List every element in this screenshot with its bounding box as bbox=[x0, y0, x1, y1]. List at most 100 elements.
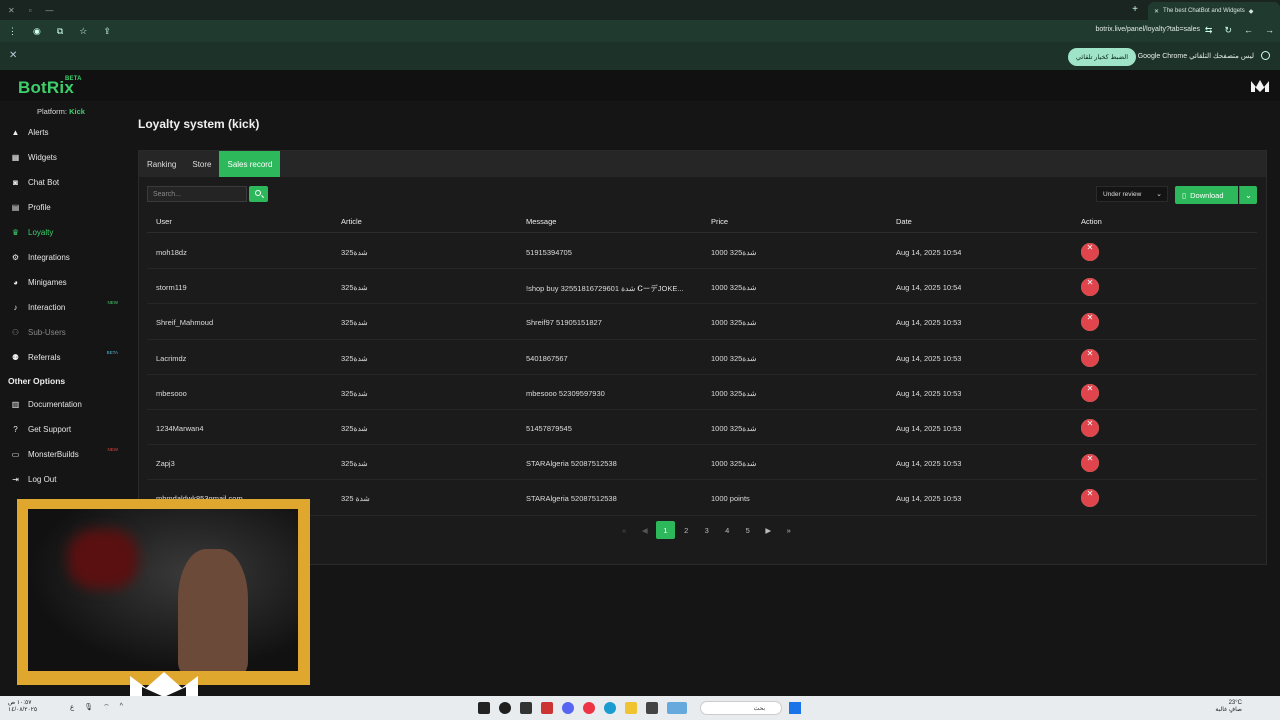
forward-icon[interactable]: ← bbox=[1244, 25, 1253, 36]
language-indicator[interactable]: ع bbox=[70, 703, 74, 712]
sidebar-item-minigames[interactable]: ◕ Minigames bbox=[0, 270, 126, 295]
tray-chevron-icon[interactable]: ^ bbox=[120, 703, 123, 712]
monitor-icon: ▭ bbox=[11, 450, 20, 459]
download-button[interactable]: ▯ Download bbox=[1175, 186, 1238, 204]
cell-user: Shreif_Mahmoud bbox=[156, 318, 214, 328]
cell-user: storm119 bbox=[156, 283, 187, 293]
app-icon[interactable] bbox=[478, 702, 490, 714]
sidebar-item-integrations[interactable]: ⚙ Integrations bbox=[0, 245, 126, 270]
reject-button[interactable]: ✕ bbox=[1081, 278, 1099, 297]
sidebar-item-interaction[interactable]: ♪ Interaction NEW bbox=[0, 295, 126, 320]
explorer-icon[interactable] bbox=[625, 702, 637, 714]
sidebar-item-profile[interactable]: ▤ Profile bbox=[0, 195, 126, 220]
reload-icon[interactable]: ↻ bbox=[1224, 25, 1232, 36]
column-header-article[interactable]: Article bbox=[341, 217, 362, 226]
sidebar-item-alerts[interactable]: ▲ Alerts bbox=[0, 120, 126, 145]
set-default-button[interactable]: الضبط كخيار تلقائي bbox=[1068, 48, 1136, 66]
next-page-icon[interactable]: ▶ bbox=[758, 521, 779, 539]
sidebar-item-get-support[interactable]: ? Get Support bbox=[0, 417, 126, 442]
status-filter-select[interactable]: Under review ⌄ bbox=[1096, 186, 1168, 202]
edge-icon[interactable] bbox=[604, 702, 616, 714]
sidebar-item-documentation[interactable]: ▥ Documentation bbox=[0, 392, 126, 417]
sidebar-item-sub-users[interactable]: ⚇ Sub-Users bbox=[0, 320, 126, 345]
search-button[interactable] bbox=[249, 186, 268, 202]
tab-store[interactable]: Store bbox=[184, 151, 219, 177]
sidebar-item-referrals[interactable]: ⚉ Referrals BETA bbox=[0, 345, 126, 370]
page-5[interactable]: 5 bbox=[738, 521, 759, 539]
cell-article: 325شدة bbox=[341, 283, 368, 293]
cell-date: Aug 14, 2025 10:53 bbox=[896, 353, 962, 363]
reject-button[interactable]: ✕ bbox=[1081, 383, 1099, 402]
windows-start-icon[interactable] bbox=[789, 702, 801, 714]
sidebar-item-label: Documentation bbox=[28, 400, 82, 409]
extensions-icon[interactable]: ⧉ bbox=[57, 26, 63, 37]
reject-button[interactable]: ✕ bbox=[1081, 313, 1099, 332]
page-1[interactable]: 1 bbox=[656, 521, 675, 539]
column-header-user[interactable]: User bbox=[156, 217, 172, 226]
app-icon[interactable] bbox=[541, 702, 553, 714]
app-icon[interactable] bbox=[646, 702, 658, 714]
sidebar-item-log-out[interactable]: ⇥ Log Out bbox=[0, 467, 126, 492]
reject-button[interactable]: ✕ bbox=[1081, 454, 1099, 473]
share-icon[interactable]: ⇪ bbox=[103, 26, 111, 37]
book-icon: ▥ bbox=[11, 400, 20, 409]
app-icon[interactable] bbox=[520, 702, 532, 714]
profile-icon[interactable]: ◉ bbox=[33, 26, 41, 37]
tab-ranking[interactable]: Ranking bbox=[139, 151, 184, 177]
restore-window-icon[interactable]: ▫ bbox=[29, 6, 32, 15]
monster-logo-icon[interactable] bbox=[1250, 78, 1270, 93]
prev-page-icon[interactable]: ◀ bbox=[635, 521, 656, 539]
column-header-date[interactable]: Date bbox=[896, 217, 912, 226]
browser-tabbar: ✕ ▫ — + ✕ The best ChatBot and Widgets ◆ bbox=[0, 0, 1280, 20]
menu-dots-icon[interactable]: ⋮ bbox=[8, 26, 17, 37]
cell-article: 325شدة bbox=[341, 423, 368, 433]
reject-button[interactable]: ✕ bbox=[1081, 243, 1099, 261]
microphone-icon[interactable]: 🎙 bbox=[84, 703, 93, 712]
infobar-close-icon[interactable]: ✕ bbox=[9, 50, 17, 61]
url-field[interactable]: botrix.live/panel/loyalty?tab=sales bbox=[1096, 26, 1200, 33]
app-icon[interactable] bbox=[667, 702, 687, 714]
first-page-icon[interactable]: « bbox=[614, 521, 635, 539]
reject-button[interactable]: ✕ bbox=[1081, 348, 1099, 367]
system-clock[interactable]: ١٠:٥٧ ص ١٤/٠٨/٢٠٢٥ bbox=[8, 700, 37, 714]
reject-button[interactable]: ✕ bbox=[1081, 489, 1099, 508]
page-4[interactable]: 4 bbox=[717, 521, 738, 539]
discord-icon[interactable] bbox=[562, 702, 574, 714]
network-icon[interactable]: ⌔ bbox=[103, 703, 110, 712]
taskbar-search[interactable]: بحث bbox=[700, 701, 782, 715]
column-header-message[interactable]: Message bbox=[526, 217, 556, 226]
bookmark-star-icon[interactable]: ☆ bbox=[79, 26, 87, 37]
site-settings-icon[interactable]: ⇆ bbox=[1205, 25, 1213, 36]
sidebar-item-label: Chat Bot bbox=[28, 178, 60, 187]
new-tab-button[interactable]: + bbox=[1132, 4, 1138, 15]
minimize-window-icon[interactable]: — bbox=[46, 6, 54, 15]
weather-widget[interactable]: 23°C صافٍ غالبة bbox=[1215, 700, 1242, 714]
sidebar-item-chat-bot[interactable]: ◙ Chat Bot bbox=[0, 170, 126, 195]
app-icon[interactable] bbox=[499, 702, 511, 714]
tab-sales-record[interactable]: Sales record bbox=[219, 151, 281, 177]
cell-user: Zapj3 bbox=[156, 459, 175, 469]
sidebar-item-widgets[interactable]: ▦ Widgets bbox=[0, 145, 126, 170]
windows-taskbar: ١٠:٥٧ ص ١٤/٠٨/٢٠٢٥ ع 🎙 ⌔ ^ بحث 23°C صافٍ… bbox=[0, 696, 1280, 720]
last-page-icon[interactable]: » bbox=[779, 521, 800, 539]
browser-tab[interactable]: ✕ The best ChatBot and Widgets ◆ bbox=[1148, 2, 1280, 20]
reject-button[interactable]: ✕ bbox=[1081, 418, 1099, 437]
back-icon[interactable]: → bbox=[1265, 25, 1274, 36]
tab-close-icon[interactable]: ✕ bbox=[1154, 8, 1159, 15]
sidebar-item-monsterbuilds[interactable]: ▭ MonsterBuilds NEW bbox=[0, 442, 126, 467]
column-header-price[interactable]: Price bbox=[711, 217, 728, 226]
sidebar-item-loyalty[interactable]: ♛ Loyalty bbox=[0, 220, 126, 245]
sidebar: ▲ Alerts ▦ Widgets ◙ Chat Bot ▤ Profile … bbox=[0, 120, 126, 492]
download-options-button[interactable]: ⌄ bbox=[1239, 186, 1257, 204]
weather-desc: صافٍ غالبة bbox=[1215, 707, 1242, 713]
close-window-icon[interactable]: ✕ bbox=[8, 6, 15, 15]
page-2[interactable]: 2 bbox=[676, 521, 697, 539]
search-input[interactable]: Search... bbox=[147, 186, 247, 202]
table-row: storm119 325شدة !shop buy 32551816729601… bbox=[147, 269, 1257, 305]
cell-message: STARAlgeria 52087512538 bbox=[526, 494, 617, 504]
brand-logo[interactable]: BotRix BETA bbox=[18, 76, 82, 98]
page-3[interactable]: 3 bbox=[697, 521, 718, 539]
cell-date: Aug 14, 2025 10:53 bbox=[896, 318, 962, 328]
chrome-taskbar-icon[interactable] bbox=[583, 702, 595, 714]
sidebar-item-label: Referrals bbox=[28, 353, 61, 362]
